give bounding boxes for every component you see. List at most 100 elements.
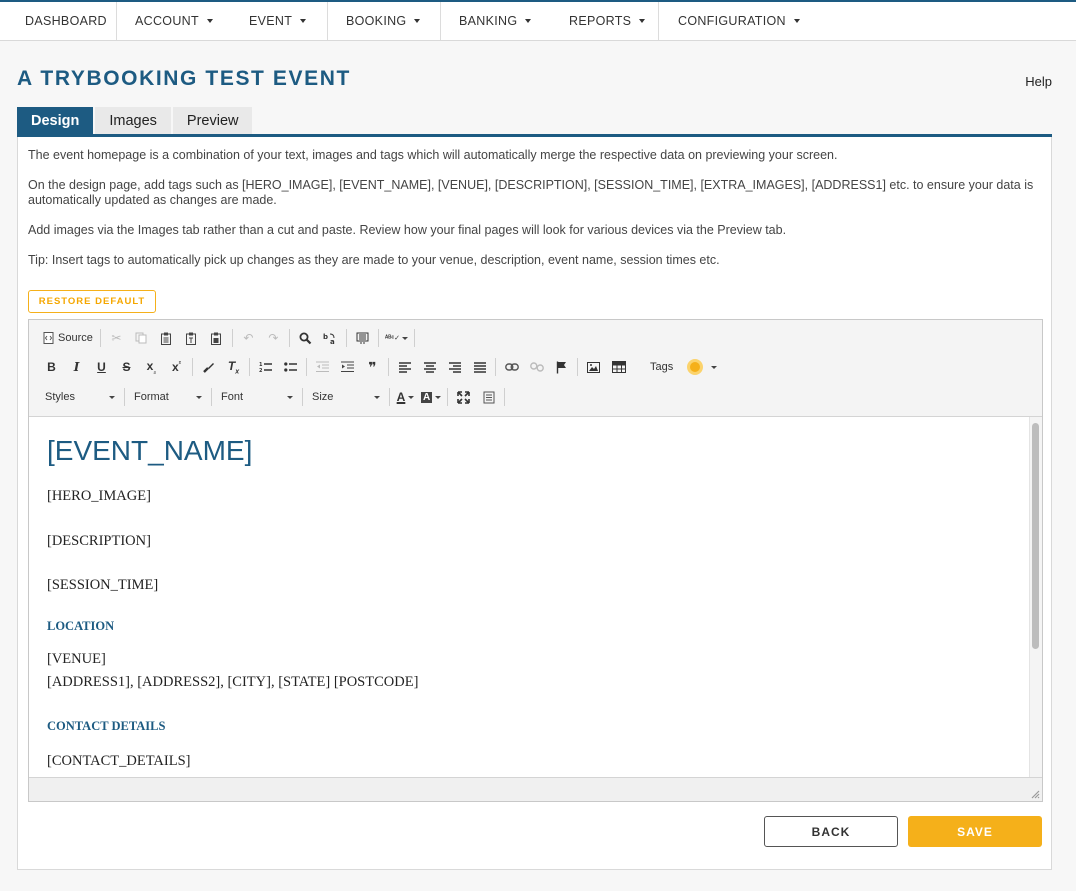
toolbar-row: B I U S x₂ x² Tx 12 ❞ Tags <box>39 355 720 379</box>
numbered-list-button[interactable]: 12 <box>253 356 278 378</box>
nav-booking-label: BOOKING <box>346 14 407 28</box>
copy-button[interactable] <box>129 327 154 349</box>
save-button[interactable]: SAVE <box>908 816 1042 847</box>
nav-account[interactable]: ACCOUNT <box>117 2 231 40</box>
toolbar-divider <box>231 329 233 347</box>
toolbar-divider <box>495 358 496 376</box>
background-color-icon: A <box>421 391 433 403</box>
svg-text:b: b <box>323 333 328 341</box>
copy-format-button[interactable] <box>196 356 221 378</box>
spellcheck-icon: ᴬᴮᶜ✓ <box>384 335 400 342</box>
source-icon <box>43 332 54 344</box>
toolbar-divider <box>124 388 125 406</box>
nav-banking[interactable]: BANKING <box>441 2 550 40</box>
replace-icon: ba <box>323 333 335 345</box>
numbered-list-icon: 12 <box>259 362 272 373</box>
chevron-down-icon <box>374 395 380 399</box>
resize-handle-icon[interactable] <box>1030 789 1040 799</box>
cut-button[interactable]: ✂ <box>104 327 129 349</box>
tab-preview[interactable]: Preview <box>172 107 253 135</box>
table-button[interactable] <box>606 356 631 378</box>
blockquote-button[interactable]: ❞ <box>360 356 385 378</box>
superscript-button[interactable]: x² <box>164 356 189 378</box>
tab-images[interactable]: Images <box>95 107 171 135</box>
format-select[interactable]: Format <box>128 386 208 408</box>
editor-scrollbar[interactable] <box>1029 417 1042 777</box>
nav-event[interactable]: EVENT <box>231 2 327 40</box>
paste-text-button[interactable] <box>179 327 204 349</box>
italic-button[interactable]: I <box>64 356 89 378</box>
nav-configuration[interactable]: CONFIGURATION <box>659 2 819 40</box>
toolbar-divider <box>99 329 101 347</box>
styles-select[interactable]: Styles <box>39 386 121 408</box>
styles-label: Styles <box>45 391 75 403</box>
nav-account-label: ACCOUNT <box>135 14 199 28</box>
editor-content[interactable]: [EVENT_NAME] [HERO_IMAGE] [DESCRIPTION] … <box>29 417 1029 777</box>
align-right-button[interactable] <box>442 356 467 378</box>
search-icon <box>299 332 312 344</box>
quote-icon: ❞ <box>368 358 377 375</box>
remove-format-icon: Tx <box>227 358 240 376</box>
tab-design[interactable]: Design <box>17 107 94 135</box>
nav-booking[interactable]: BOOKING <box>328 2 440 40</box>
unlink-button[interactable] <box>524 356 549 378</box>
anchor-button[interactable] <box>549 356 574 378</box>
nav-reports[interactable]: REPORTS <box>550 2 658 40</box>
back-button[interactable]: BACK <box>764 816 898 847</box>
toolbar-divider <box>302 388 303 406</box>
text-color-button[interactable]: A <box>393 386 418 408</box>
strikethrough-button[interactable]: S <box>114 356 139 378</box>
toolbar-divider <box>192 358 193 376</box>
align-left-button[interactable] <box>392 356 417 378</box>
nav-dashboard[interactable]: DASHBOARD <box>0 2 116 40</box>
show-blocks-button[interactable] <box>476 386 501 408</box>
outdent-icon <box>316 361 329 372</box>
chevron-down-icon <box>408 395 415 399</box>
size-select[interactable]: Size <box>306 386 386 408</box>
align-left-icon <box>398 361 411 373</box>
align-center-button[interactable] <box>417 356 442 378</box>
link-icon <box>504 363 519 371</box>
toolbar-divider <box>345 329 347 347</box>
outdent-button[interactable] <box>310 356 335 378</box>
intro-paragraph: The event homepage is a combination of y… <box>28 148 838 162</box>
restore-default-button[interactable]: RESTORE DEFAULT <box>28 290 156 313</box>
indent-button[interactable] <box>335 356 360 378</box>
spellcheck-button[interactable]: ᴬᴮᶜ✓ <box>382 327 411 349</box>
find-button[interactable] <box>293 327 318 349</box>
intro-paragraph: Add images via the Images tab rather tha… <box>28 223 787 237</box>
remove-format-button[interactable]: Tx <box>221 356 246 378</box>
paste-text-icon <box>186 332 197 345</box>
underline-button[interactable]: U <box>89 356 114 378</box>
paintbrush-icon <box>203 362 214 373</box>
image-button[interactable] <box>581 356 606 378</box>
text-color-icon: A <box>396 390 406 404</box>
bold-button[interactable]: B <box>39 356 64 378</box>
help-link[interactable]: Help <box>1025 74 1052 89</box>
toolbar-divider <box>249 358 250 376</box>
link-button[interactable] <box>499 356 524 378</box>
undo-button[interactable]: ↶ <box>236 327 261 349</box>
justify-button[interactable] <box>467 356 492 378</box>
paste-word-button[interactable] <box>204 327 229 349</box>
scroll-thumb[interactable] <box>1032 423 1039 649</box>
subscript-button[interactable]: x₂ <box>139 356 164 378</box>
redo-button[interactable]: ↷ <box>261 327 286 349</box>
svg-text:a: a <box>330 338 335 345</box>
bulleted-list-button[interactable] <box>278 356 303 378</box>
rich-text-editor: Source ✂ ↶ ↷ b a ᴬᴮᶜ✓ B I U S x₂ x² Tx 1… <box>28 319 1043 802</box>
toolbar-divider <box>306 358 307 376</box>
chevron-down-icon <box>287 395 293 399</box>
toolbar-divider <box>577 358 578 376</box>
replace-button[interactable]: ba <box>318 327 343 349</box>
maximize-button[interactable] <box>451 386 476 408</box>
editor-statusbar <box>29 777 1042 801</box>
background-color-button[interactable]: A <box>418 386 444 408</box>
paste-button[interactable] <box>154 327 179 349</box>
toolbar-row: Styles Format Font Size A A <box>39 385 508 409</box>
source-button[interactable]: Source <box>39 327 97 349</box>
font-select[interactable]: Font <box>215 386 299 408</box>
tags-dropdown[interactable]: Tags <box>647 356 720 378</box>
paste-word-icon <box>211 332 222 345</box>
select-all-button[interactable] <box>350 327 375 349</box>
